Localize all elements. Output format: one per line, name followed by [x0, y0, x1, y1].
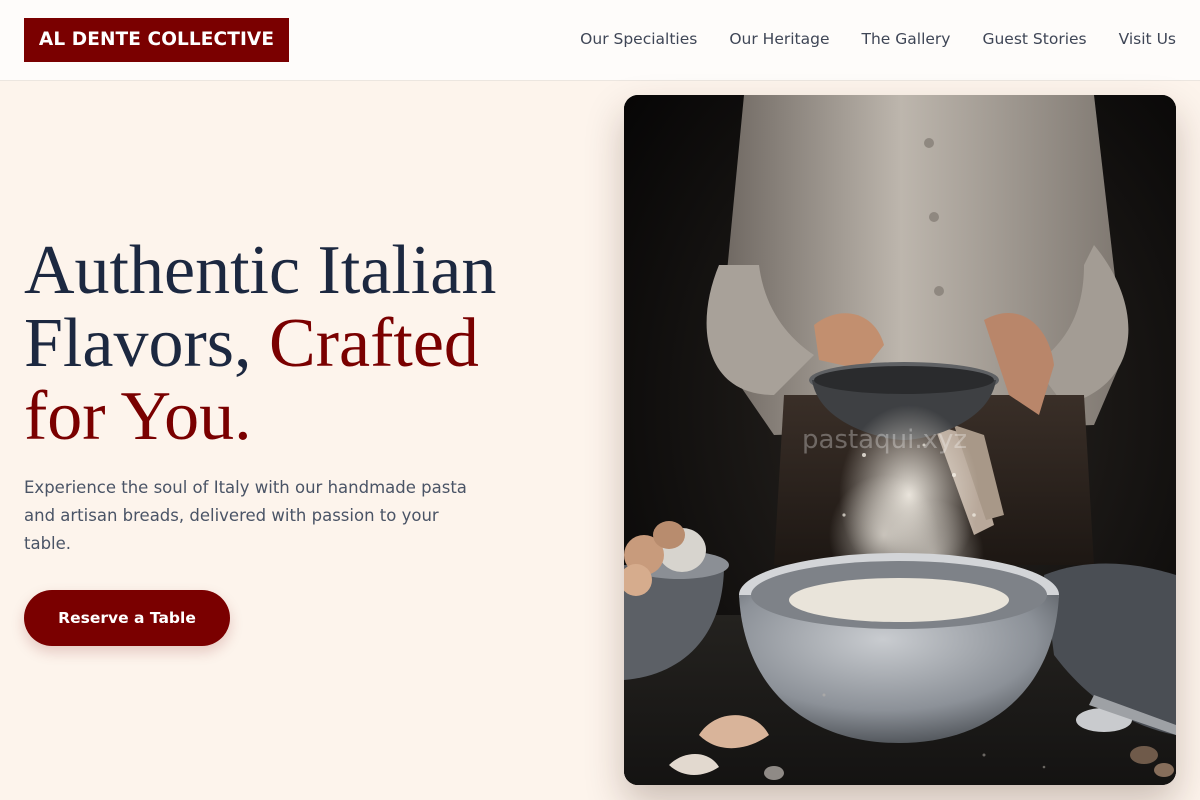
hero-photo: pastaqui.xyz — [624, 95, 1176, 785]
site-header: AL DENTE COLLECTIVE Our Specialties Our … — [0, 0, 1200, 81]
main-nav: Our Specialties Our Heritage The Gallery… — [548, 28, 1176, 50]
nav-link-visit-us[interactable]: Visit Us — [1119, 28, 1176, 50]
nav-link-gallery[interactable]: The Gallery — [862, 28, 951, 50]
nav-link-specialties[interactable]: Our Specialties — [580, 28, 697, 50]
hero-title-line-1: Authentic Italian — [24, 232, 497, 309]
hero-title: Authentic Italian Flavors, Crafted for Y… — [24, 234, 584, 453]
hero-title-accent: Crafted — [269, 305, 479, 382]
reserve-table-button[interactable]: Reserve a Table — [24, 590, 230, 646]
brand-logo[interactable]: AL DENTE COLLECTIVE — [24, 18, 289, 62]
nav-link-heritage[interactable]: Our Heritage — [729, 28, 829, 50]
hero-subtitle: Experience the soul of Italy with our ha… — [24, 478, 467, 553]
nav-link-guest-stories[interactable]: Guest Stories — [982, 28, 1086, 50]
hero-title-plain: Flavors, — [24, 305, 269, 382]
hero-title-line-2: Flavors, Crafted — [24, 307, 584, 380]
photo-flour-sifting-icon — [624, 95, 1176, 785]
hero-title-line-3: for You. — [24, 378, 252, 455]
